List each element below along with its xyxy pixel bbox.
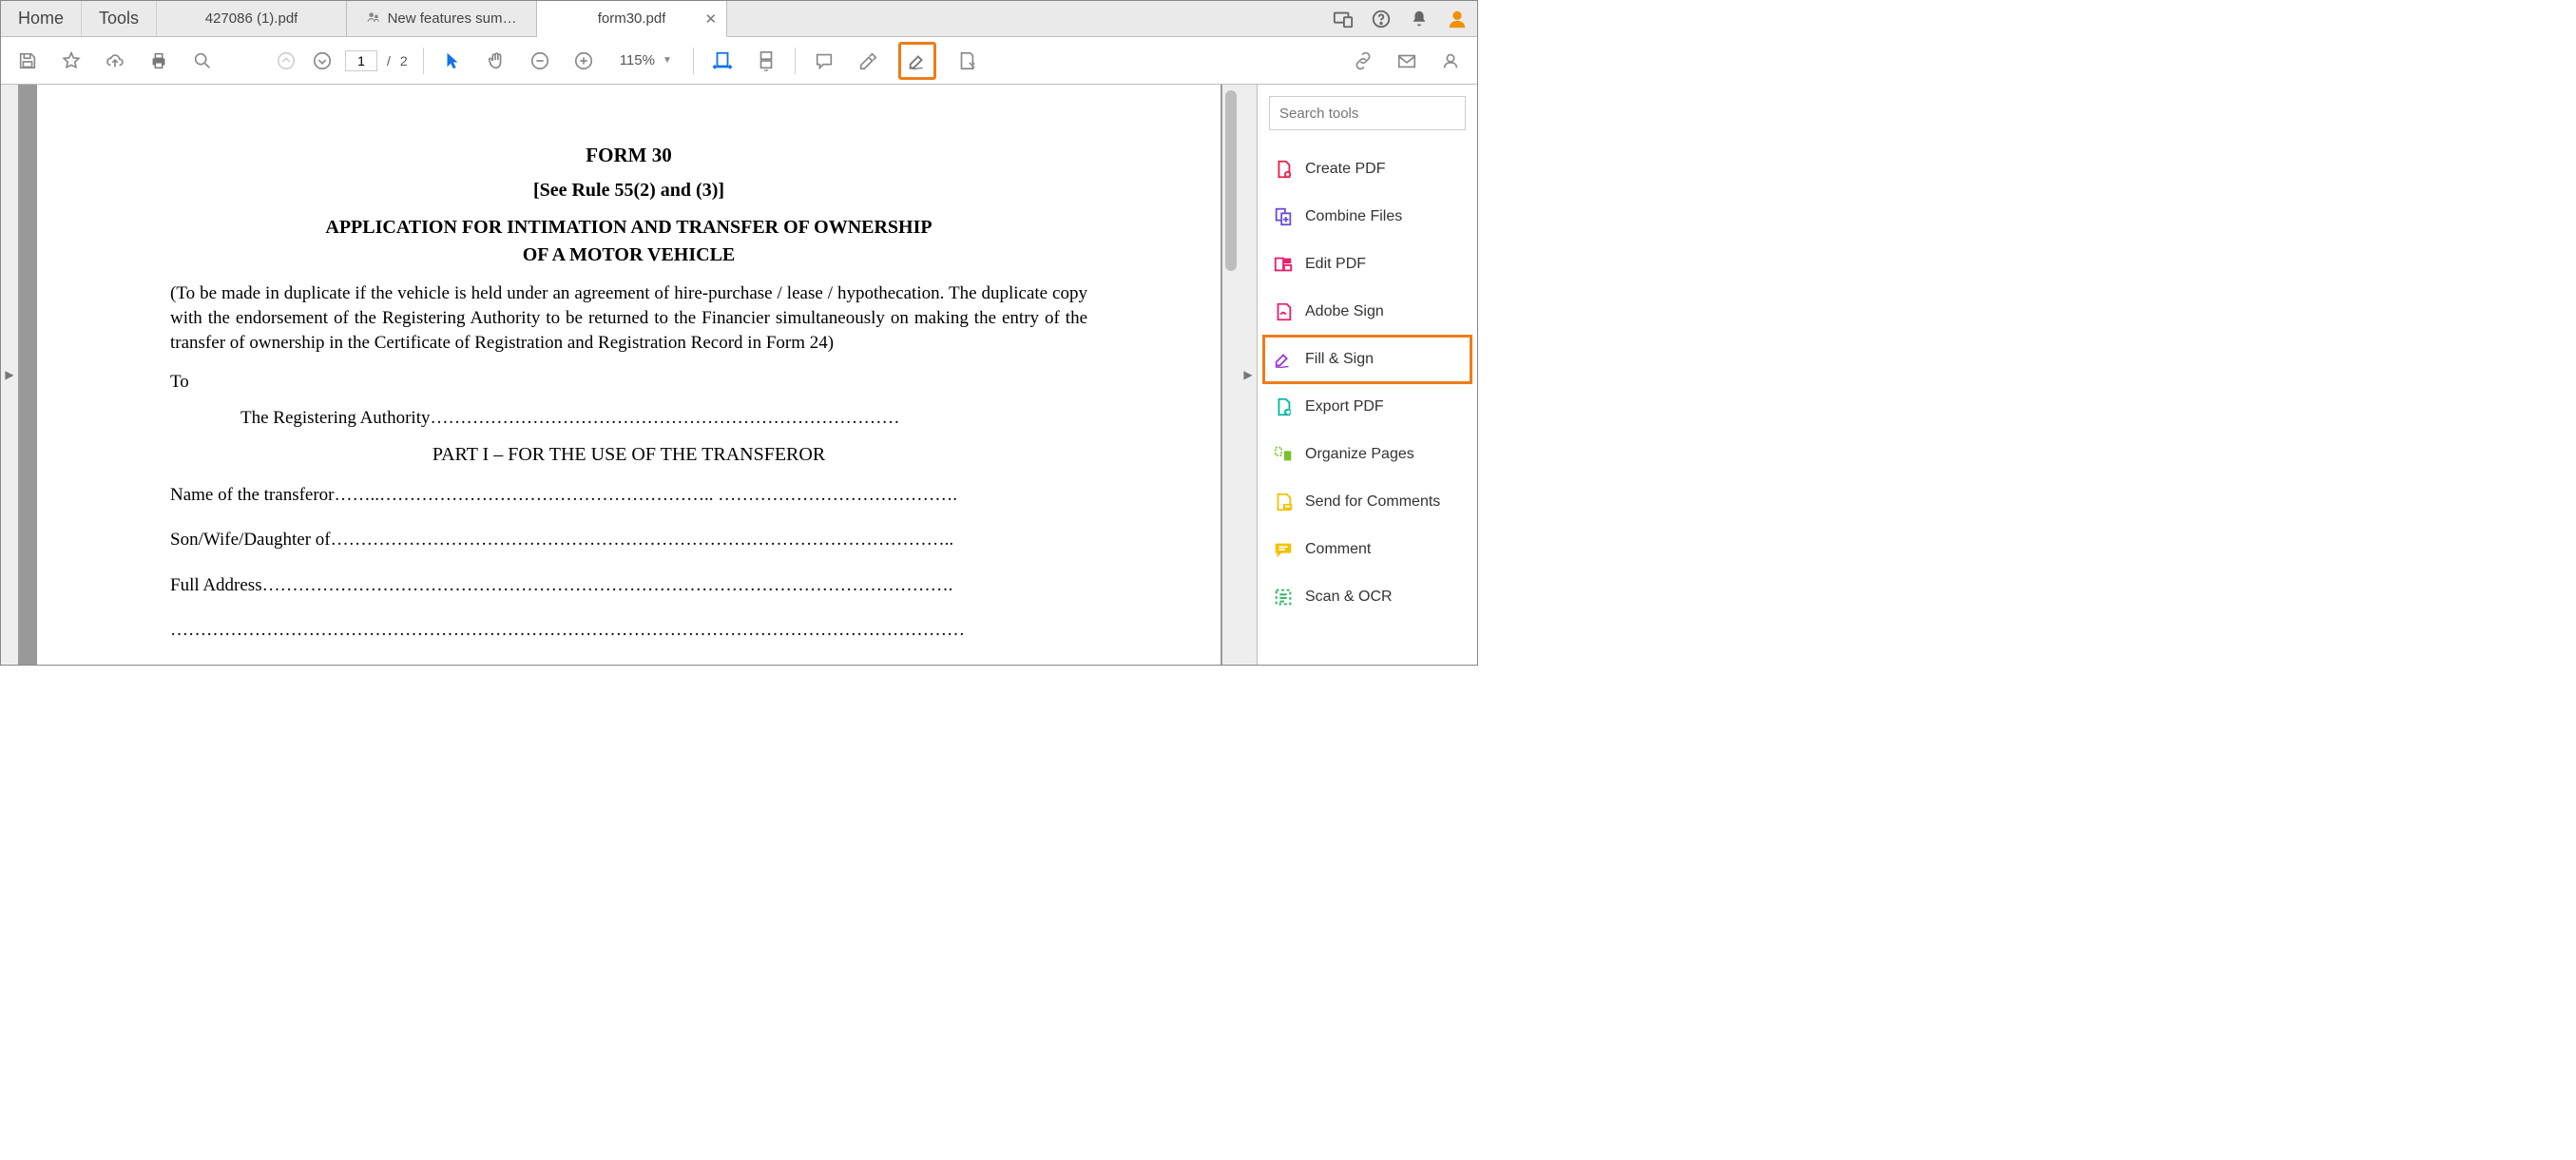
doc-line-name: Name of the transferor……..……………………………………… — [170, 483, 1087, 508]
print-icon[interactable] — [145, 48, 172, 74]
bell-icon[interactable] — [1409, 9, 1430, 29]
tool-send-comments[interactable]: Send for Comments — [1263, 478, 1471, 526]
share-profile-icon[interactable] — [1437, 48, 1464, 74]
doc-tab-label: New features sum… — [388, 10, 517, 27]
close-tab-icon[interactable]: ✕ — [704, 10, 717, 28]
doc-note: (To be made in duplicate if the vehicle … — [170, 281, 1087, 355]
tools-button[interactable]: Tools — [82, 1, 157, 36]
tool-scan-ocr[interactable]: Scan & OCR — [1263, 573, 1471, 621]
tool-organize-pages[interactable]: Organize Pages — [1263, 431, 1471, 478]
page-down-icon[interactable] — [309, 48, 336, 74]
zoom-in-icon[interactable] — [570, 48, 597, 74]
fit-width-icon[interactable] — [709, 48, 736, 74]
comment-icon[interactable] — [811, 48, 837, 74]
tool-list: Create PDF Combine Files Edit PDF — [1258, 142, 1477, 625]
chevron-right-icon: ▶ — [5, 368, 13, 381]
edit-pdf-icon — [1273, 254, 1294, 275]
page-current-input[interactable] — [345, 50, 377, 71]
page-content: FORM 30 [See Rule 55(2) and (3)] APPLICA… — [37, 85, 1221, 665]
link-icon[interactable] — [1350, 48, 1376, 74]
app-window: Home Tools 427086 (1).pdf New features s… — [0, 0, 1478, 666]
tool-label: Comment — [1305, 541, 1371, 558]
tool-label: Create PDF — [1305, 161, 1385, 178]
tabs-bar: Home Tools 427086 (1).pdf New features s… — [1, 1, 1477, 37]
home-button[interactable]: Home — [1, 1, 82, 36]
pointer-tool-icon[interactable] — [439, 48, 466, 74]
doc-line-blank: …………………………………………………………………………………………………………… — [170, 618, 1087, 643]
right-gutter-toggle[interactable]: ▶ — [1240, 85, 1257, 665]
scan-ocr-icon — [1273, 587, 1294, 608]
organize-pages-icon — [1273, 444, 1294, 465]
comment-tool-icon — [1273, 539, 1294, 560]
tool-label: Combine Files — [1305, 208, 1402, 225]
stamp-icon[interactable] — [953, 48, 980, 74]
toolbar: / 2 115% ▼ — [1, 37, 1477, 85]
doc-line-swd: Son/Wife/Daughter of……………………………………………………… — [170, 528, 1087, 552]
tool-adobe-sign[interactable]: Adobe Sign — [1263, 288, 1471, 336]
doc-title-2: [See Rule 55(2) and (3)] — [170, 178, 1087, 203]
combine-files-icon — [1273, 206, 1294, 227]
cloud-upload-icon[interactable] — [102, 48, 128, 74]
document-viewport[interactable]: FORM 30 [See Rule 55(2) and (3)] APPLICA… — [18, 85, 1240, 665]
page-sep: / — [387, 53, 391, 68]
sign-tool-highlight — [898, 42, 936, 80]
doc-tab-1[interactable]: New features sum… — [347, 1, 537, 36]
tool-label: Fill & Sign — [1305, 351, 1374, 368]
tool-label: Send for Comments — [1305, 493, 1440, 511]
doc-part1: PART I – FOR THE USE OF THE TRANSFEROR — [170, 442, 1087, 468]
main-area: ▶ FORM 30 [See Rule 55(2) and (3)] APPLI… — [1, 85, 1477, 665]
star-icon[interactable] — [58, 48, 85, 74]
zoom-out-icon[interactable] — [527, 48, 553, 74]
page-total: 2 — [400, 53, 408, 68]
zoom-value: 115% — [620, 52, 655, 68]
tool-label: Export PDF — [1305, 398, 1384, 416]
tool-comment[interactable]: Comment — [1263, 526, 1471, 573]
search-tools-input[interactable] — [1269, 96, 1466, 130]
help-icon[interactable] — [1371, 9, 1392, 29]
tool-edit-pdf[interactable]: Edit PDF — [1263, 241, 1471, 288]
doc-reg-authority: The Registering Authority………………………………………… — [170, 406, 1087, 431]
doc-line-addr: Full Address…………………………………………………………………………… — [170, 573, 1087, 598]
search-icon[interactable] — [189, 48, 216, 74]
tool-fill-sign[interactable]: Fill & Sign — [1263, 336, 1471, 383]
doc-tab-0[interactable]: 427086 (1).pdf — [157, 1, 347, 36]
highlight-icon[interactable] — [855, 48, 881, 74]
right-panel: Create PDF Combine Files Edit PDF — [1257, 85, 1477, 665]
doc-tab-label: 427086 (1).pdf — [205, 10, 298, 27]
tabs-right-icons — [1333, 1, 1477, 36]
left-gutter-toggle[interactable]: ▶ — [1, 85, 18, 665]
tool-label: Edit PDF — [1305, 256, 1366, 273]
doc-title-3b: OF A MOTOR VEHICLE — [170, 242, 1087, 268]
page-up-icon[interactable] — [273, 48, 299, 74]
account-icon[interactable] — [1447, 9, 1468, 29]
tool-label: Organize Pages — [1305, 446, 1414, 463]
chevron-right-icon: ▶ — [1243, 368, 1252, 381]
email-icon[interactable] — [1394, 48, 1420, 74]
scrollbar-track[interactable] — [1222, 85, 1240, 665]
doc-to: To — [170, 370, 1087, 395]
fill-sign-icon — [1273, 349, 1294, 370]
save-icon[interactable] — [14, 48, 41, 74]
send-comments-icon — [1273, 492, 1294, 512]
tool-label: Adobe Sign — [1305, 303, 1384, 320]
doc-tab-label: form30.pdf — [598, 10, 666, 27]
export-pdf-icon — [1273, 396, 1294, 417]
tool-label: Scan & OCR — [1305, 589, 1393, 606]
doc-title-1: FORM 30 — [170, 142, 1087, 168]
chevron-down-icon: ▼ — [663, 55, 672, 66]
zoom-select[interactable]: 115% ▼ — [614, 50, 678, 70]
scrollbar-thumb[interactable] — [1225, 90, 1237, 271]
create-pdf-icon — [1273, 159, 1294, 180]
adobe-sign-icon — [1273, 301, 1294, 322]
scroll-mode-icon[interactable] — [753, 48, 779, 74]
sign-tool-icon[interactable] — [904, 48, 931, 74]
tool-combine-files[interactable]: Combine Files — [1263, 193, 1471, 241]
tool-export-pdf[interactable]: Export PDF — [1263, 383, 1471, 431]
doc-title-3a: APPLICATION FOR INTIMATION AND TRANSFER … — [170, 215, 1087, 241]
shared-icon — [367, 10, 380, 28]
tool-create-pdf[interactable]: Create PDF — [1263, 145, 1471, 193]
doc-tab-2[interactable]: form30.pdf ✕ — [537, 1, 727, 37]
hand-tool-icon[interactable] — [483, 48, 509, 74]
device-icon[interactable] — [1333, 9, 1354, 29]
